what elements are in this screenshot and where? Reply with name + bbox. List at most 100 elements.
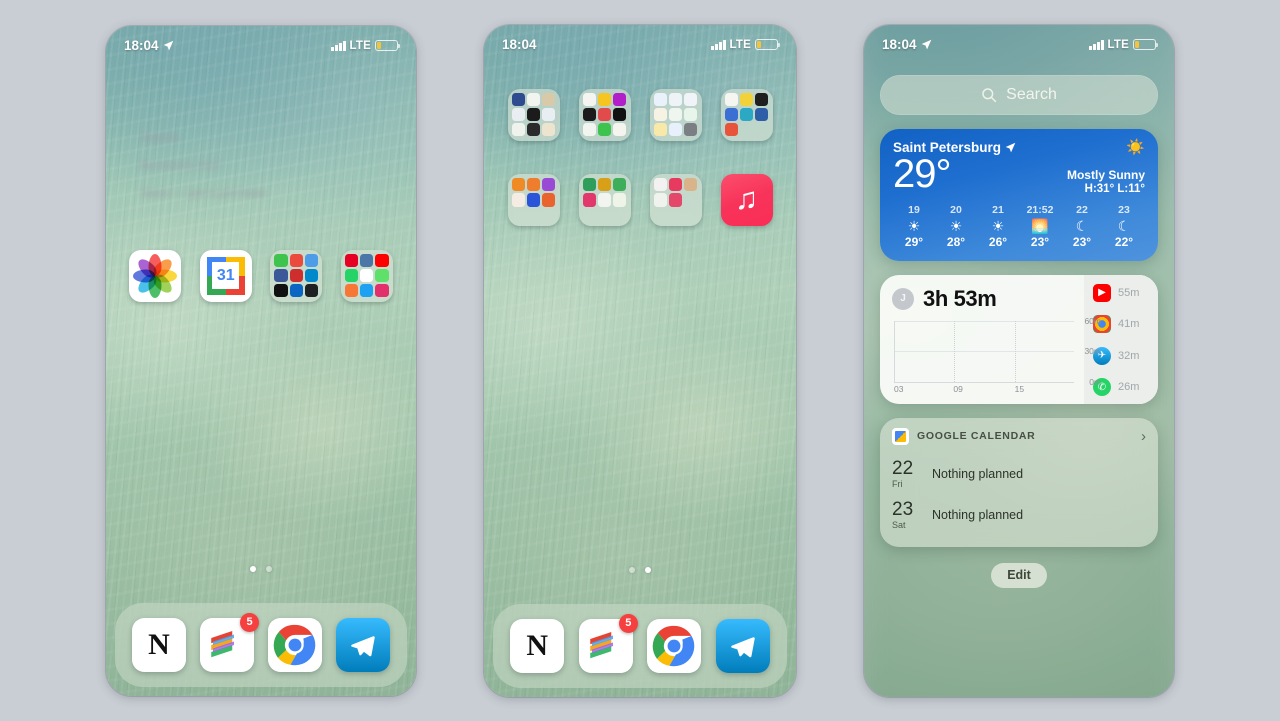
app-usage-row[interactable]: ▶ 55m xyxy=(1084,283,1158,302)
chrome-icon xyxy=(273,624,316,665)
navigation-folder-icon xyxy=(578,88,631,141)
forecast-hour: 21 ☀ 26° xyxy=(977,204,1019,249)
app-usage-time: 32m xyxy=(1118,349,1140,362)
status-time: 18:04 xyxy=(502,37,537,52)
todoist-icon xyxy=(590,631,613,658)
moon-icon: ☾ xyxy=(1117,217,1131,234)
calendar-weekday: Sat xyxy=(892,519,906,530)
forecast-hour: 22 ☾ 23° xyxy=(1061,204,1103,249)
dock-app-todoist[interactable]: 5 xyxy=(200,612,259,672)
forecast-temp: 28° xyxy=(946,234,966,249)
todoist-icon xyxy=(211,630,234,657)
task-text: Задача xyxy=(140,131,179,144)
screen-time-chart: 60m 30m 0m xyxy=(894,316,1101,387)
calendar-event-text: Nothing planned xyxy=(932,466,1024,481)
carrier-label: LTE xyxy=(729,38,751,51)
page-dot-2[interactable] xyxy=(266,565,272,572)
page-dot-1[interactable] xyxy=(250,565,256,572)
dock: N 5 xyxy=(115,602,407,687)
task-text: Выложить пост xyxy=(140,159,222,172)
battery-low-icon xyxy=(755,38,781,51)
page-dot-2[interactable] xyxy=(645,566,651,573)
widget-source-label: GOOGLE CALENDAR xyxy=(917,430,1036,442)
status-time: 18:04 xyxy=(124,38,159,53)
phone-today-view: 18:04 LTE Search Saint Petersburg ☀️ 29°… xyxy=(864,24,1174,697)
phone-home-page-1: 18:04 LTE Сегодня 5 + xyxy=(106,25,416,696)
weather-high-low: H:31° L:11° xyxy=(1084,182,1145,195)
forecast-time: 23 xyxy=(1118,203,1130,216)
signal-bars-icon xyxy=(331,40,346,51)
forecast-time: 20 xyxy=(950,203,962,216)
sun-icon: ☀ xyxy=(907,217,921,234)
google-calendar-icon: 31 xyxy=(199,249,252,302)
dock-app-chrome[interactable] xyxy=(647,618,702,673)
moon-icon: ☾ xyxy=(1075,217,1089,234)
screenshot-stage: 18:04 LTE Сегодня 5 + xyxy=(0,0,1280,721)
dock: N 5 xyxy=(493,603,787,688)
sun-icon: ☀ xyxy=(949,217,963,234)
telegram-icon xyxy=(730,636,755,657)
battery-low-icon xyxy=(1133,38,1159,51)
y-tick-30m: 30m xyxy=(1084,346,1101,356)
forecast-hour: 23 ☾ 22° xyxy=(1103,204,1145,249)
status-bar: 18:04 LTE xyxy=(864,25,1174,65)
dock-app-telegram[interactable] xyxy=(715,618,770,673)
screen-time-widget[interactable]: J 3h 53m 60m 30m 0m 03 09 15 ▶ 55m 41m ✈… xyxy=(880,274,1158,404)
carrier-label: LTE xyxy=(349,39,371,52)
status-bar: 18:04 LTE xyxy=(484,25,796,65)
work-folder-icon xyxy=(649,88,702,141)
google-calendar-icon xyxy=(892,427,909,445)
dock-app-telegram[interactable] xyxy=(336,617,390,672)
location-arrow-icon xyxy=(163,40,173,51)
status-bar: 18:04 LTE xyxy=(106,26,416,66)
weather-hourly-forecast: 19 ☀ 29° 20 ☀ 28° 21 ☀ 26° 21:52 🌅 23° 2… xyxy=(893,204,1145,249)
search-placeholder: Search xyxy=(1006,85,1057,103)
dock-app-todoist[interactable]: 5 xyxy=(578,613,638,673)
google-calendar-widget[interactable]: GOOGLE CALENDAR › 22 Fri Nothing planned… xyxy=(880,417,1158,547)
calendar-weekday: Fri xyxy=(892,478,903,489)
app-usage-time: 41m xyxy=(1118,318,1140,331)
search-icon xyxy=(982,87,997,102)
forecast-temp: 26° xyxy=(988,234,1008,249)
app-usage-time: 55m xyxy=(1118,286,1140,299)
apple-music-icon: ♫ xyxy=(720,173,773,226)
notification-badge: 5 xyxy=(618,613,638,633)
weather-widget[interactable]: Saint Petersburg ☀️ 29° Mostly Sunny H:3… xyxy=(880,128,1158,261)
finances-folder-icon xyxy=(507,88,560,141)
calendar-day-row[interactable]: 23 Sat Nothing planned xyxy=(880,495,1158,536)
dock-app-chrome[interactable] xyxy=(268,617,322,672)
location-arrow-icon xyxy=(1005,142,1016,152)
page-dot-1[interactable] xyxy=(629,566,635,573)
forecast-temp: 23° xyxy=(1072,234,1092,249)
chevron-right-icon[interactable]: › xyxy=(1141,429,1146,444)
x-tick-15: 15 xyxy=(1014,383,1025,394)
edit-widgets-button[interactable]: Edit xyxy=(991,562,1047,588)
telegram-icon xyxy=(351,635,375,656)
avatar: J xyxy=(892,287,914,310)
carrier-label: LTE xyxy=(1107,38,1129,51)
food-folder-icon xyxy=(578,173,631,226)
y-tick-0m: 0m xyxy=(1089,376,1101,387)
forecast-time: 22 xyxy=(1076,203,1088,216)
chrome-icon xyxy=(652,625,695,666)
sunset-time: 21:52 xyxy=(1026,203,1054,216)
forecast-time: 19 xyxy=(908,203,920,216)
photo-folder-icon xyxy=(720,88,773,141)
forecast-temp: 23° xyxy=(1030,234,1050,249)
social-folder-icon xyxy=(340,249,393,302)
y-tick-60m: 60m xyxy=(1084,315,1101,326)
search-input[interactable]: Search xyxy=(880,74,1158,115)
page-dots[interactable] xyxy=(484,566,796,573)
sun-icon: ☀️ xyxy=(1126,138,1145,156)
chart-bars xyxy=(898,321,1070,382)
forecast-hour: 20 ☀ 28° xyxy=(935,204,977,249)
calendar-day-row[interactable]: 22 Fri Nothing planned xyxy=(880,454,1158,495)
dock-app-notion[interactable]: N xyxy=(132,617,186,672)
network-folder-icon xyxy=(270,249,323,302)
sunset-icon: 🌅 xyxy=(1031,217,1049,234)
photos-icon xyxy=(129,249,182,302)
dock-app-notion[interactable]: N xyxy=(510,618,565,673)
notification-badge: 5 xyxy=(240,612,259,632)
signal-bars-icon xyxy=(1089,39,1104,50)
page-dots[interactable] xyxy=(106,565,416,572)
